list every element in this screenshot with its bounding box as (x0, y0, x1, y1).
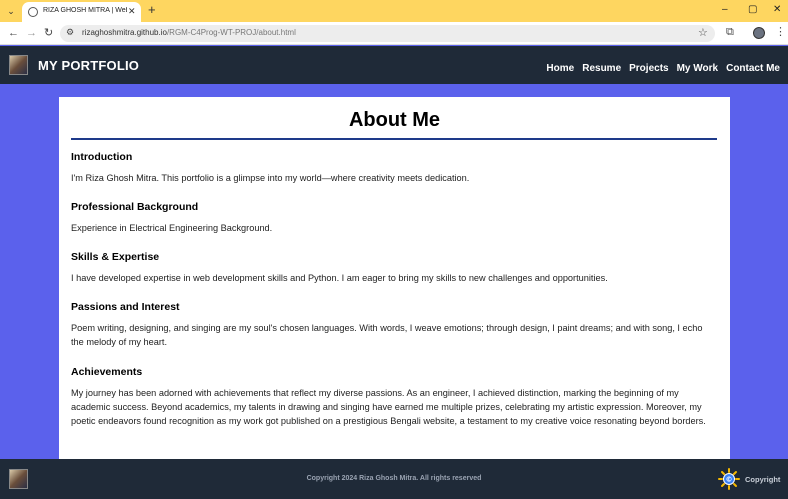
section-introduction: Introduction I'm Riza Ghosh Mitra. This … (71, 151, 717, 185)
profile-photo-logo[interactable] (9, 55, 28, 75)
section-heading: Passions and Interest (71, 301, 180, 313)
site-footer: Copyright 2024 Riza Ghosh Mitra. All rig… (0, 459, 788, 499)
minimize-icon[interactable]: – (722, 3, 728, 17)
reload-icon[interactable]: ↻ (44, 26, 53, 40)
url-path: /RGM-C4Prog-WT-PROJ/about.html (166, 28, 296, 37)
title-divider (71, 138, 717, 140)
url-host: rizaghoshmitra.github.io (82, 28, 167, 37)
section-body: Experience in Electrical Engineering Bac… (71, 223, 273, 233)
browser-toolbar: ← → ↻ ⚙ rizaghoshmitra.github.io/RGM-C4P… (0, 22, 788, 45)
section-heading: Achievements (71, 366, 143, 378)
copyright-text: Copyright 2024 Riza Ghosh Mitra. All rig… (306, 475, 482, 482)
section-heading: Skills & Expertise (71, 251, 160, 263)
tab-title: RIZA GHOSH MITRA | Web Tech (43, 7, 127, 14)
browser-menu-icon[interactable]: ⋮ (775, 25, 786, 39)
nav-projects-link[interactable]: Projects (629, 63, 668, 74)
section-achievements: Achievements My journey has been adorned… (71, 366, 717, 428)
new-tab-icon[interactable]: + (148, 3, 156, 17)
back-icon[interactable]: ← (8, 26, 19, 40)
close-window-icon[interactable]: ✕ (773, 3, 781, 17)
nav-my-work-link[interactable]: My Work (677, 63, 719, 74)
globe-icon (28, 7, 38, 17)
section-body: I have developed expertise in web develo… (71, 273, 608, 283)
browser-tabstrip: ⌄ RIZA GHOSH MITRA | Web Tech ✕ + – ▢ ✕ (0, 0, 788, 22)
section-passions: Passions and Interest Poem writing, desi… (71, 301, 717, 349)
section-skills: Skills & Expertise I have developed expe… (71, 251, 717, 285)
profile-avatar[interactable] (753, 27, 765, 39)
about-card: About Me Introduction I'm Riza Ghosh Mit… (59, 97, 730, 462)
section-heading: Introduction (71, 151, 133, 163)
nav-contact-link[interactable]: Contact Me (726, 63, 780, 74)
section-body: My journey has been adorned with achieve… (71, 388, 706, 426)
close-tab-icon[interactable]: ✕ (128, 6, 136, 17)
url-text[interactable]: rizaghoshmitra.github.io/RGM-C4Prog-WT-P… (82, 28, 296, 37)
address-bar[interactable]: ⚙ rizaghoshmitra.github.io/RGM-C4Prog-WT… (60, 25, 715, 42)
brand-title[interactable]: MY PORTFOLIO (38, 58, 139, 73)
section-professional-background: Professional Background Experience in El… (71, 201, 717, 235)
copyright-label: Copyright (745, 475, 781, 484)
section-heading: Professional Background (71, 201, 199, 213)
svg-text:©: © (726, 476, 733, 484)
maximize-icon[interactable]: ▢ (748, 3, 757, 17)
nav-resume-link[interactable]: Resume (582, 63, 621, 74)
copyright-badge-icon: © (718, 468, 740, 490)
section-body: Poem writing, designing, and singing are… (71, 323, 703, 347)
forward-icon[interactable]: → (26, 26, 37, 40)
extensions-icon[interactable]: ⧉ (726, 25, 734, 39)
page-title: About Me (348, 109, 441, 131)
main-nav: Home Resume Projects My Work Contact Me (546, 63, 780, 74)
browser-tab-active[interactable]: RIZA GHOSH MITRA | Web Tech ✕ (22, 2, 141, 22)
bookmark-star-icon[interactable]: ☆ (698, 26, 708, 39)
nav-home-link[interactable]: Home (546, 63, 574, 74)
section-body: I'm Riza Ghosh Mitra. This portfolio is … (71, 173, 470, 183)
site-info-icon[interactable]: ⚙ (66, 27, 74, 38)
tab-search-icon[interactable]: ⌄ (4, 4, 18, 18)
site-header: MY PORTFOLIO Home Resume Projects My Wor… (0, 46, 788, 84)
